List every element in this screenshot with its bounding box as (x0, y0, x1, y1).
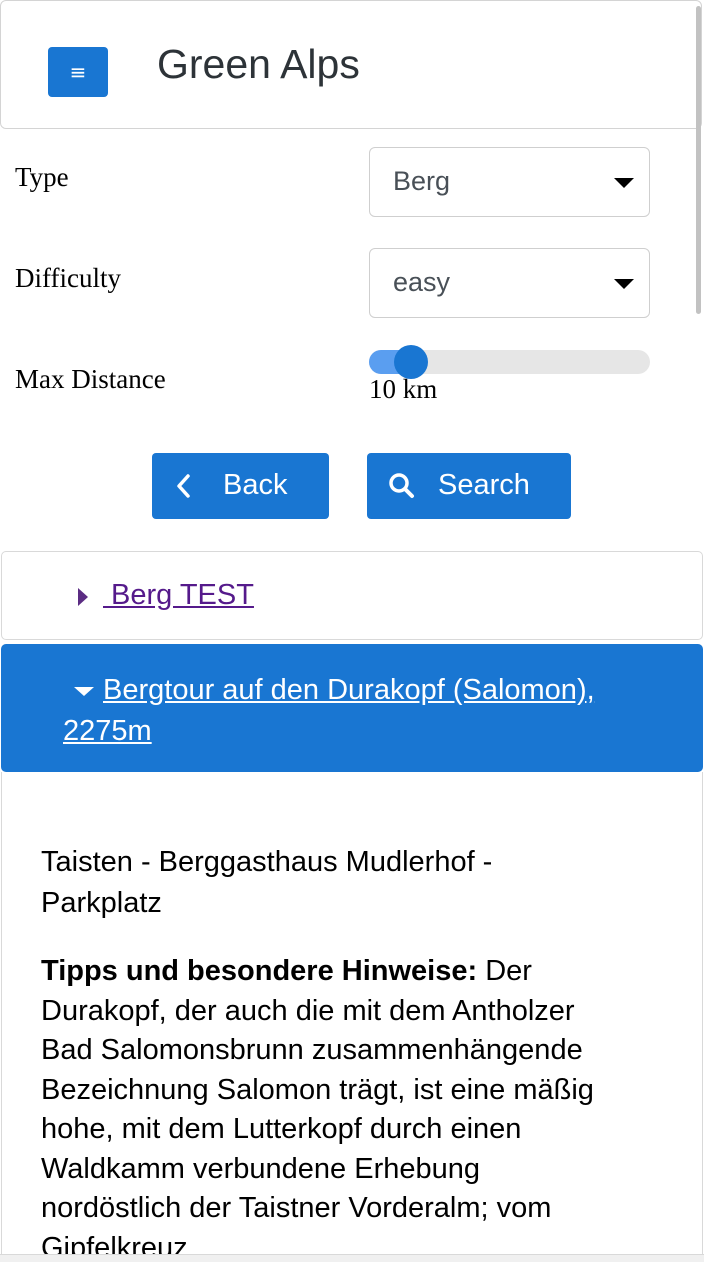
result-item-berg-test[interactable]: Berg TEST (1, 551, 703, 640)
app-header: ≡ Green Alps (0, 0, 702, 129)
back-button-label: Back (223, 469, 288, 501)
result-link[interactable]: Bergtour auf den Durakopf (Salomon), 227… (63, 670, 673, 752)
bottom-edge (0, 1254, 704, 1262)
hamburger-menu-icon: ≡ (69, 60, 87, 84)
tips-heading: Tipps und besondere Hinweise: (41, 955, 478, 987)
chevron-left-icon (174, 471, 194, 509)
result-item-durakopf[interactable]: Bergtour auf den Durakopf (Salomon), 227… (1, 644, 703, 772)
difficulty-select-value: easy (393, 267, 451, 297)
type-select[interactable]: Berg (369, 147, 650, 217)
difficulty-select[interactable]: easy (369, 248, 650, 318)
difficulty-label: Difficulty (15, 263, 121, 293)
search-button-label: Search (438, 469, 530, 501)
result-link[interactable]: Berg TEST (103, 579, 254, 612)
type-label: Type (15, 162, 69, 192)
max-distance-label: Max Distance (15, 364, 166, 394)
tips-paragraph: Tipps und besondere Hinweise: Der Durako… (41, 952, 621, 1262)
route-text: Taisten - Berggasthaus Mudlerhof - Parkp… (41, 846, 493, 919)
page-title: Green Alps (157, 41, 360, 87)
search-button[interactable]: Search (367, 453, 571, 519)
caret-right-icon (78, 588, 88, 606)
menu-button[interactable]: ≡ (48, 47, 108, 97)
scrollbar-thumb[interactable] (696, 6, 701, 314)
back-button[interactable]: Back (152, 453, 329, 519)
caret-down-icon (614, 279, 634, 289)
result-detail-panel: Taisten - Berggasthaus Mudlerhof - Parkp… (1, 772, 703, 1262)
tips-text: Der Durakopf, der auch die mit dem Antho… (41, 955, 594, 1262)
distance-value: 10 km (369, 374, 438, 404)
caret-down-icon (614, 178, 634, 188)
search-icon (387, 471, 417, 509)
type-select-value: Berg (393, 166, 451, 196)
